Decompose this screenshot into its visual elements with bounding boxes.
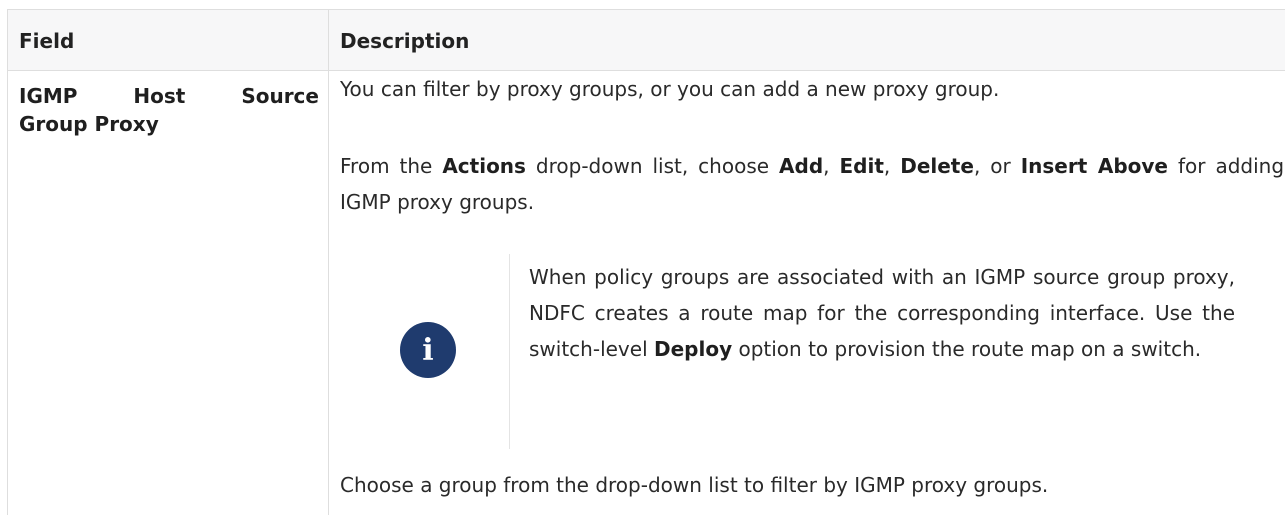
table-left-border: [7, 9, 8, 515]
info-icon: i: [400, 322, 456, 378]
header-description: Description: [340, 29, 470, 53]
table-header-row: Field Description: [7, 9, 1285, 71]
field-word: Source: [241, 84, 319, 108]
insert-above-term: Insert Above: [1020, 154, 1168, 178]
field-word-line2: Group Proxy: [19, 112, 159, 136]
description-paragraph-3: Choose a group from the drop-down list t…: [340, 473, 1049, 497]
note-text: When policy groups are associated with a…: [529, 265, 1235, 361]
header-field: Field: [19, 29, 75, 53]
description-paragraph-1: You can filter by proxy groups, or you c…: [340, 77, 1000, 101]
description-paragraph-2: From the Actions drop-down list, choose …: [340, 154, 1285, 214]
add-term: Add: [779, 154, 824, 178]
note-divider: [509, 254, 510, 449]
field-word: IGMP: [19, 84, 78, 108]
column-divider: [328, 9, 329, 515]
delete-term: Delete: [900, 154, 974, 178]
deploy-term: Deploy: [653, 337, 733, 361]
field-word: Host: [133, 84, 186, 108]
field-name-cell: IGMP Host Source Group Proxy: [19, 82, 319, 138]
actions-term: Actions: [442, 154, 526, 178]
field-description-table: Field Description IGMP Host Source Group…: [7, 9, 1285, 515]
edit-term: Edit: [839, 154, 884, 178]
